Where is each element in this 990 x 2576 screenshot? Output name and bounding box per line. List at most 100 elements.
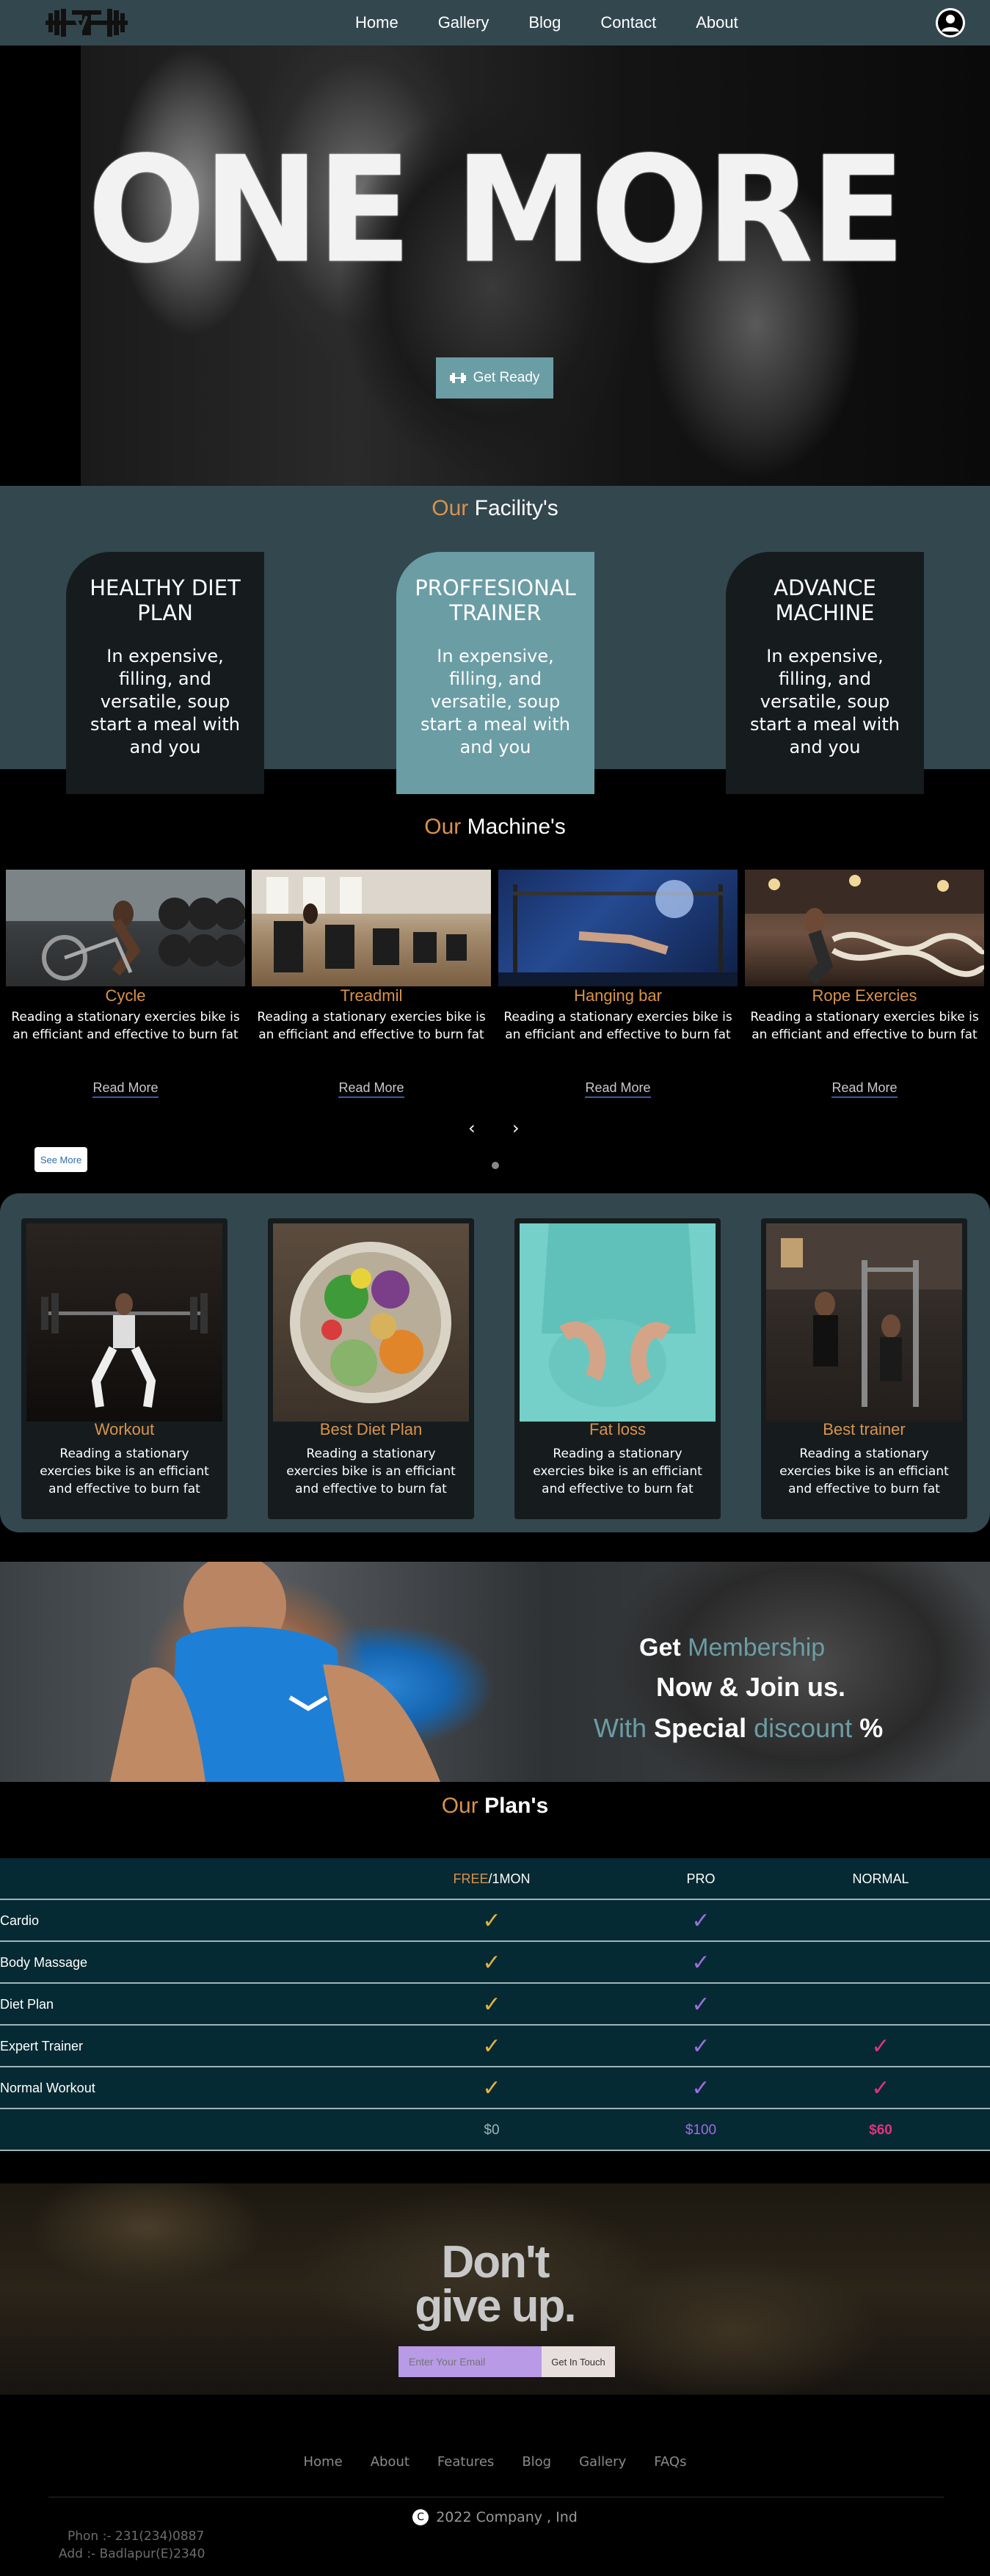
footer-link-about[interactable]: About [371,2454,410,2470]
banner-word: % [859,1713,884,1743]
facility-card-title: ADVANCE MACHINE [774,575,876,625]
see-more-button[interactable]: See More [34,1147,87,1172]
plan-cell-pro: ✓ [627,1942,774,1984]
plan-row: Cardio ✓ ✓ [0,1900,990,1942]
user-avatar-icon[interactable] [936,8,965,37]
machine-title: Cycle [105,986,146,1005]
footer-address: Add :- Badlapur(E)2340 [59,2547,205,2561]
machine-text: Reading a stationary exercies bike is an… [503,1010,732,1042]
machine-text: Reading a stationary exercies bike is an… [257,1010,486,1042]
plan-row: Expert Trainer ✓ ✓ ✓ [0,2026,990,2067]
nav-about[interactable]: About [696,13,738,32]
feature-title: Fat loss [589,1420,647,1438]
hero-title: ONE MORE [87,125,906,296]
plan-cell-normal [807,1900,954,1942]
get-ready-label: Get Ready [473,370,540,385]
title-prefix: Our [432,496,469,520]
plans-title: Our Plan's [0,1794,990,1819]
plan-cell-pro: ✓ [627,2067,774,2109]
plan-cell-free: ✓ [418,1942,565,1984]
footer-links: Home About Features Blog Gallery FAQs [0,2454,990,2470]
cta-line2: give up. [415,2281,576,2332]
title-prefix: Our [441,1794,478,1818]
feature-text: Reading a stationary exercies bike is an… [779,1447,949,1496]
feature-card-workout: Workout Reading a stationary exercies bi… [21,1218,228,1519]
carousel-prev-icon[interactable]: ‹ [468,1118,476,1138]
facility-card-title: PROFFESIONAL TRAINER [415,575,576,625]
check-icon: ✓ [691,2075,710,2101]
footer-link-faqs[interactable]: FAQs [654,2454,686,2470]
plan-row-label: Body Massage [0,1955,88,1970]
read-more-rope-wrap: Read More [745,1080,984,1098]
plan-cell-free: ✓ [418,1984,565,2026]
feature-image-diet [273,1223,469,1422]
email-input[interactable] [398,2346,542,2377]
plan-col-pro: PRO [686,1871,716,1886]
machine-text: Reading a stationary exercies bike is an… [750,1010,979,1042]
read-more-link[interactable]: Read More [831,1080,898,1098]
nav-gallery[interactable]: Gallery [438,13,489,32]
footer-link-gallery[interactable]: Gallery [579,2454,626,2470]
plan-cell-normal [807,1942,954,1984]
read-more-treadmil-wrap: Read More [252,1080,491,1098]
plan-row-label: Diet Plan [0,1997,54,2012]
feature-text: Reading a stationary exercies bike is an… [40,1447,209,1496]
plan-row-label: Normal Workout [0,2081,95,2095]
plan-row: Diet Plan ✓ ✓ [0,1984,990,2026]
title-main: Machine's [467,815,566,839]
plan-row: Normal Workout ✓ ✓ ✓ [0,2067,990,2109]
banner-word: With [594,1713,647,1743]
plan-cell-free: ✓ [418,2026,565,2067]
plan-col-free: FREE/1MON [418,1858,565,1900]
banner-line1: Get Membership [639,1634,825,1662]
nav-blog[interactable]: Blog [528,13,561,32]
machines-title: Our Machine's [0,815,990,840]
carousel-dot[interactable] [492,1162,499,1169]
carousel-next-icon[interactable]: › [512,1118,520,1138]
feature-card-trainer: Best trainer Reading a stationary exerci… [761,1218,967,1519]
get-in-touch-button[interactable]: Get In Touch [542,2346,615,2377]
plan-cell-pro: ✓ [627,1984,774,2026]
feature-text: Reading a stationary exercies bike is an… [533,1447,702,1496]
get-ready-button[interactable]: Get Ready [436,357,553,399]
feature-title: Workout [94,1420,155,1438]
machine-image-rope [745,870,984,986]
footer-link-features[interactable]: Features [437,2454,494,2470]
plan-price-pro: $100 [685,2122,717,2138]
plan-col-normal: NORMAL [852,1871,909,1886]
plan-cell-normal [807,1984,954,2026]
nav-contact[interactable]: Contact [600,13,656,32]
check-icon: ✓ [691,2033,710,2059]
cta-line1: Don't [441,2237,550,2288]
machine-title: Treadmil [340,986,403,1005]
check-icon: ✓ [691,1907,710,1934]
check-icon: ✓ [691,1991,710,2017]
banner-word: Get [639,1634,681,1662]
facility-card-text: In expensive, filling, and versatile, so… [750,646,900,757]
read-more-link[interactable]: Read More [585,1080,651,1098]
read-more-link[interactable]: Read More [338,1080,404,1098]
machine-title: Hanging bar [574,986,662,1005]
check-icon: ✓ [482,1949,501,1976]
facility-card-text: In expensive, filling, and versatile, so… [421,646,570,757]
plan-row-label: Expert Trainer [0,2039,84,2053]
check-icon: ✓ [691,1949,710,1976]
banner-line3: With Special discount % [594,1713,883,1744]
plans-price-row: $0 $100 $60 [0,2109,990,2151]
feature-title: Best trainer [823,1420,906,1438]
title-main: Facility's [474,496,558,520]
read-more-link[interactable]: Read More [92,1080,159,1098]
gym-logo[interactable] [46,7,128,38]
footer-link-home[interactable]: Home [304,2454,343,2470]
membership-banner: Get Membership Now & Join us. With Speci… [0,1562,990,1782]
nav-home[interactable]: Home [355,13,398,32]
plan-row: Body Massage ✓ ✓ [0,1942,990,1984]
plans-table: FREE/1MON PRO NORMAL Cardio ✓ ✓ Body Massag… [0,1858,990,2151]
facility-card-trainer: PROFFESIONAL TRAINER In expensive, filli… [396,552,594,794]
machine-card-hanging-bar: Hanging bar Reading a stationary exercie… [498,870,738,1044]
feature-image-trainer [766,1223,962,1422]
plan-cell-free: ✓ [418,2067,565,2109]
plan-price-free: $0 [484,2122,500,2138]
machine-card-cycle: Cycle Reading a stationary exercies bike… [6,870,245,1044]
footer-link-blog[interactable]: Blog [522,2454,551,2470]
